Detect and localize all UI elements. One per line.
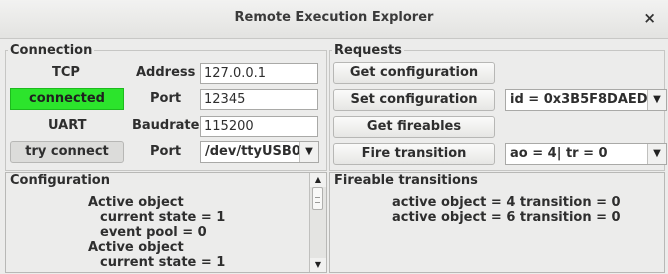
config-line: Active object — [88, 195, 184, 210]
chevron-down-icon[interactable]: ▼ — [647, 144, 666, 164]
address-field[interactable]: 127.0.0.1 — [200, 63, 318, 84]
scrollbar-thumb[interactable] — [312, 187, 323, 210]
tcp-label: TCP — [52, 65, 80, 80]
fire-transition-button[interactable]: Fire transition — [333, 143, 495, 165]
fireable-line: active object = 6 transition = 0 — [392, 210, 621, 225]
transition-value: ao = 4| tr = 0 — [510, 146, 608, 161]
get-configuration-button[interactable]: Get configuration — [333, 62, 495, 84]
uart-port-label: Port — [150, 144, 182, 159]
configuration-id-value: id = 0x3B5F8DAED... — [510, 92, 663, 107]
chevron-down-icon[interactable]: ▼ — [299, 142, 318, 162]
uart-port-value: /dev/ttyUSB0 — [205, 144, 301, 159]
config-line: Active object — [88, 240, 184, 255]
configuration-id-select[interactable]: id = 0x3B5F8DAED... ▼ — [505, 89, 667, 111]
baudrate-field[interactable]: 115200 — [200, 116, 318, 137]
config-line: current state = 1 — [100, 210, 226, 225]
chevron-up-icon[interactable]: ▲ — [310, 173, 326, 187]
config-line: current state = 1 — [100, 255, 226, 270]
uart-port-select[interactable]: /dev/ttyUSB0 ▼ — [200, 141, 319, 163]
app-window: Remote Execution Explorer × Connection T… — [0, 0, 668, 274]
set-configuration-button[interactable]: Set configuration — [333, 89, 495, 111]
get-fireables-button[interactable]: Get fireables — [333, 116, 495, 138]
title-bar: Remote Execution Explorer × — [0, 0, 668, 39]
chevron-down-icon[interactable]: ▼ — [310, 258, 326, 272]
uart-label: UART — [48, 118, 87, 133]
port-field[interactable]: 12345 — [200, 89, 318, 110]
configuration-scrollbar[interactable]: ▲ ▼ — [309, 173, 326, 272]
baudrate-label: Baudrate — [132, 118, 200, 133]
close-icon[interactable]: × — [643, 9, 656, 27]
window-title: Remote Execution Explorer — [234, 10, 434, 25]
requests-legend: Requests — [334, 43, 402, 58]
address-label: Address — [136, 65, 196, 80]
configuration-panel[interactable]: Configuration Active object current stat… — [5, 172, 327, 273]
tcp-status-badge: connected — [10, 88, 124, 110]
connection-legend: Connection — [10, 43, 93, 58]
chevron-down-icon[interactable]: ▼ — [647, 90, 666, 110]
config-line: event pool = 0 — [100, 225, 207, 240]
fireable-transitions-panel[interactable]: Fireable transitions active object = 4 t… — [329, 172, 665, 273]
try-connect-button[interactable]: try connect — [10, 141, 124, 163]
transition-select[interactable]: ao = 4| tr = 0 ▼ — [505, 143, 667, 165]
fireable-transitions-title: Fireable transitions — [334, 173, 478, 188]
port-label: Port — [150, 91, 182, 106]
configuration-title: Configuration — [10, 173, 110, 188]
fireable-line: active object = 4 transition = 0 — [392, 195, 621, 210]
